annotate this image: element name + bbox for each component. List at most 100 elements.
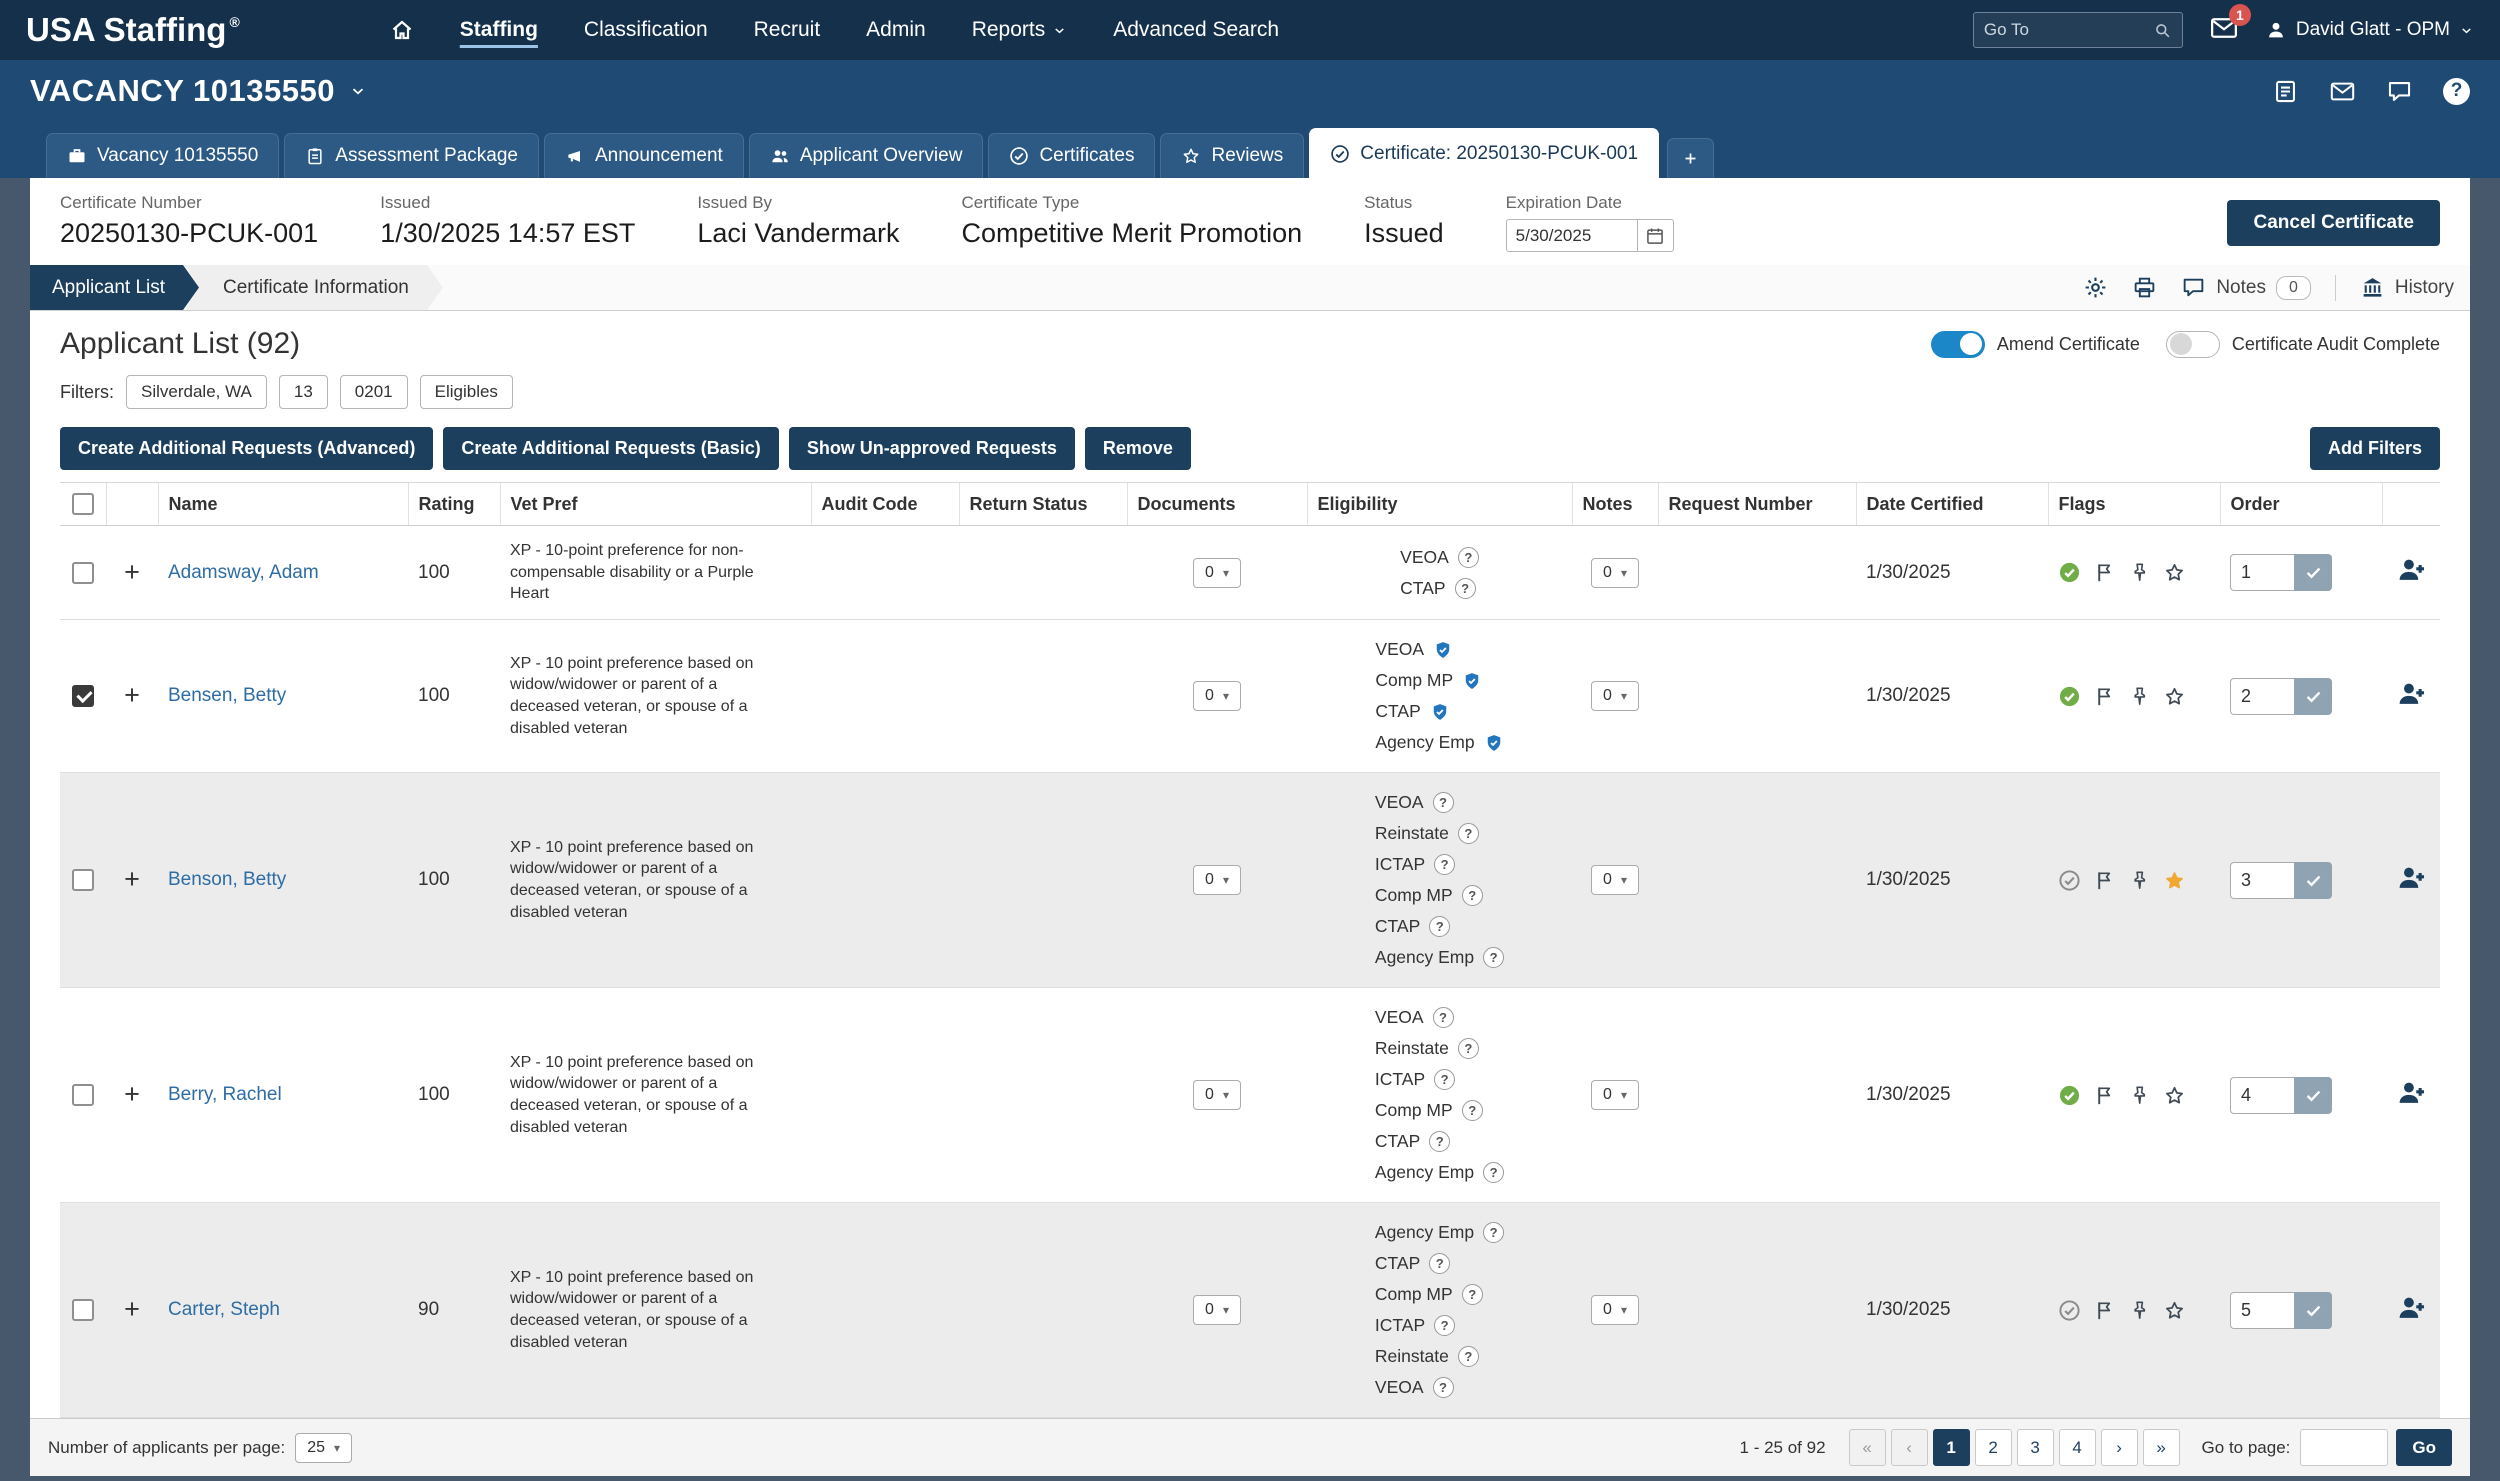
nav-item-admin[interactable]: Admin (866, 18, 926, 42)
notes-dropdown[interactable]: 0▾ (1591, 865, 1639, 895)
col-header-date-certified[interactable]: Date Certified (1856, 483, 2048, 526)
mail-button[interactable]: 1 (2209, 13, 2239, 48)
page-button-2[interactable]: 2 (1975, 1429, 2012, 1466)
help-icon[interactable] (1462, 1284, 1483, 1305)
nav-item-staffing[interactable]: Staffing (460, 18, 538, 42)
chat-icon[interactable] (2386, 78, 2413, 105)
order-input[interactable] (2230, 1077, 2294, 1114)
row-checkbox[interactable] (72, 869, 94, 891)
help-icon[interactable] (1458, 547, 1479, 568)
applicant-name-link[interactable]: Adamsway, Adam (168, 562, 319, 583)
col-header-eligibility[interactable]: Eligibility (1307, 483, 1572, 526)
order-approved-check[interactable] (2294, 678, 2332, 715)
help-icon[interactable] (1429, 1131, 1450, 1152)
documents-dropdown[interactable]: 0▾ (1193, 865, 1241, 895)
filter-chip-eligibles[interactable]: Eligibles (420, 375, 513, 409)
check-circle-icon[interactable] (2058, 561, 2081, 584)
nav-home[interactable] (390, 18, 414, 42)
help-icon[interactable] (1483, 947, 1504, 968)
goto-page-input[interactable] (2300, 1429, 2388, 1466)
order-approved-check[interactable] (2294, 1077, 2332, 1114)
star-icon[interactable] (2163, 1084, 2186, 1107)
go-button[interactable]: Go (2396, 1429, 2452, 1466)
applicant-name-link[interactable]: Carter, Steph (168, 1299, 280, 1320)
tab-reviews[interactable]: Reviews (1160, 133, 1304, 178)
col-header-name[interactable]: Name (158, 483, 408, 526)
star-icon[interactable] (2163, 869, 2186, 892)
verified-shield-icon[interactable] (1484, 733, 1504, 753)
add-filters-button[interactable]: Add Filters (2310, 427, 2440, 470)
help-icon[interactable] (1434, 1069, 1455, 1090)
help-icon[interactable] (1429, 916, 1450, 937)
nav-item-recruit[interactable]: Recruit (754, 18, 821, 42)
nav-item-advanced-search[interactable]: Advanced Search (1113, 18, 1279, 42)
notes-dropdown[interactable]: 0▾ (1591, 558, 1639, 588)
expand-row-button[interactable]: + (124, 1294, 140, 1324)
user-menu[interactable]: David Glatt - OPM (2265, 19, 2474, 41)
verified-shield-icon[interactable] (1433, 640, 1453, 660)
row-checkbox[interactable] (72, 1299, 94, 1321)
filter-chip-0201[interactable]: 0201 (340, 375, 408, 409)
flag-icon[interactable] (2093, 1299, 2116, 1322)
tab-assessment-package[interactable]: Assessment Package (284, 133, 539, 178)
row-checkbox[interactable] (72, 685, 94, 707)
history-button[interactable]: History (2360, 275, 2454, 300)
button-create-additional-requests-basic[interactable]: Create Additional Requests (Basic) (443, 427, 778, 470)
cancel-certificate-button[interactable]: Cancel Certificate (2227, 200, 2440, 246)
tab-vacancy-10135550[interactable]: Vacancy 10135550 (46, 133, 279, 178)
verified-shield-icon[interactable] (1430, 702, 1450, 722)
star-icon[interactable] (2163, 685, 2186, 708)
tab-certificate-20250130-pcuk-001[interactable]: Certificate: 20250130-PCUK-001 (1309, 128, 1659, 178)
button-show-un-approved-requests[interactable]: Show Un-approved Requests (789, 427, 1075, 470)
col-header-notes[interactable]: Notes (1572, 483, 1658, 526)
order-approved-check[interactable] (2294, 862, 2332, 899)
help-icon[interactable] (1433, 1007, 1454, 1028)
star-icon[interactable] (2163, 1299, 2186, 1322)
check-circle-icon[interactable] (2058, 869, 2081, 892)
order-approved-check[interactable] (2294, 1292, 2332, 1329)
help-icon[interactable] (1483, 1222, 1504, 1243)
expiration-date-input[interactable] (1506, 219, 1638, 252)
pin-icon[interactable] (2128, 1299, 2151, 1322)
applicant-name-link[interactable]: Benson, Betty (168, 869, 286, 890)
next-page-button[interactable]: › (2101, 1429, 2138, 1466)
add-applicant-to-request-button[interactable] (2396, 554, 2427, 585)
nav-item-reports[interactable]: Reports (972, 18, 1068, 42)
check-circle-icon[interactable] (2058, 1084, 2081, 1107)
order-input[interactable] (2230, 862, 2294, 899)
documents-dropdown[interactable]: 0▾ (1193, 681, 1241, 711)
pin-icon[interactable] (2128, 869, 2151, 892)
verified-shield-icon[interactable] (1462, 671, 1482, 691)
col-header-return-status[interactable]: Return Status (959, 483, 1127, 526)
filter-chip-silverdale-wa[interactable]: Silverdale, WA (126, 375, 267, 409)
mail-icon[interactable] (2329, 78, 2356, 105)
tasks-icon[interactable] (2272, 78, 2299, 105)
select-all-checkbox[interactable] (72, 493, 94, 515)
col-header-vet-pref[interactable]: Vet Pref (500, 483, 811, 526)
filter-chip-13[interactable]: 13 (279, 375, 328, 409)
flag-icon[interactable] (2093, 685, 2116, 708)
per-page-select[interactable]: 25 ▾ (295, 1433, 352, 1463)
help-icon[interactable] (1462, 885, 1483, 906)
row-checkbox[interactable] (72, 562, 94, 584)
col-header-order[interactable]: Order (2220, 483, 2382, 526)
flag-icon[interactable] (2093, 561, 2116, 584)
col-header-flags[interactable]: Flags (2048, 483, 2220, 526)
toggle-certificate-audit-complete[interactable] (2166, 331, 2220, 358)
tab-announcement[interactable]: Announcement (544, 133, 744, 178)
help-icon[interactable] (1434, 1315, 1455, 1336)
tab-certificates[interactable]: Certificates (988, 133, 1155, 178)
help-icon[interactable] (1462, 1100, 1483, 1121)
notes-dropdown[interactable]: 0▾ (1591, 1080, 1639, 1110)
col-header-request-number[interactable]: Request Number (1658, 483, 1856, 526)
help-icon[interactable] (1434, 854, 1455, 875)
page-button-4[interactable]: 4 (2059, 1429, 2096, 1466)
button-create-additional-requests-advanced[interactable]: Create Additional Requests (Advanced) (60, 427, 433, 470)
star-icon[interactable] (2163, 561, 2186, 584)
search-icon[interactable] (2153, 21, 2172, 40)
previous-page-button[interactable]: ‹ (1891, 1429, 1928, 1466)
calendar-icon[interactable] (1638, 219, 1674, 252)
row-checkbox[interactable] (72, 1084, 94, 1106)
last-page-button[interactable]: » (2143, 1429, 2180, 1466)
help-icon[interactable] (1433, 1377, 1454, 1398)
